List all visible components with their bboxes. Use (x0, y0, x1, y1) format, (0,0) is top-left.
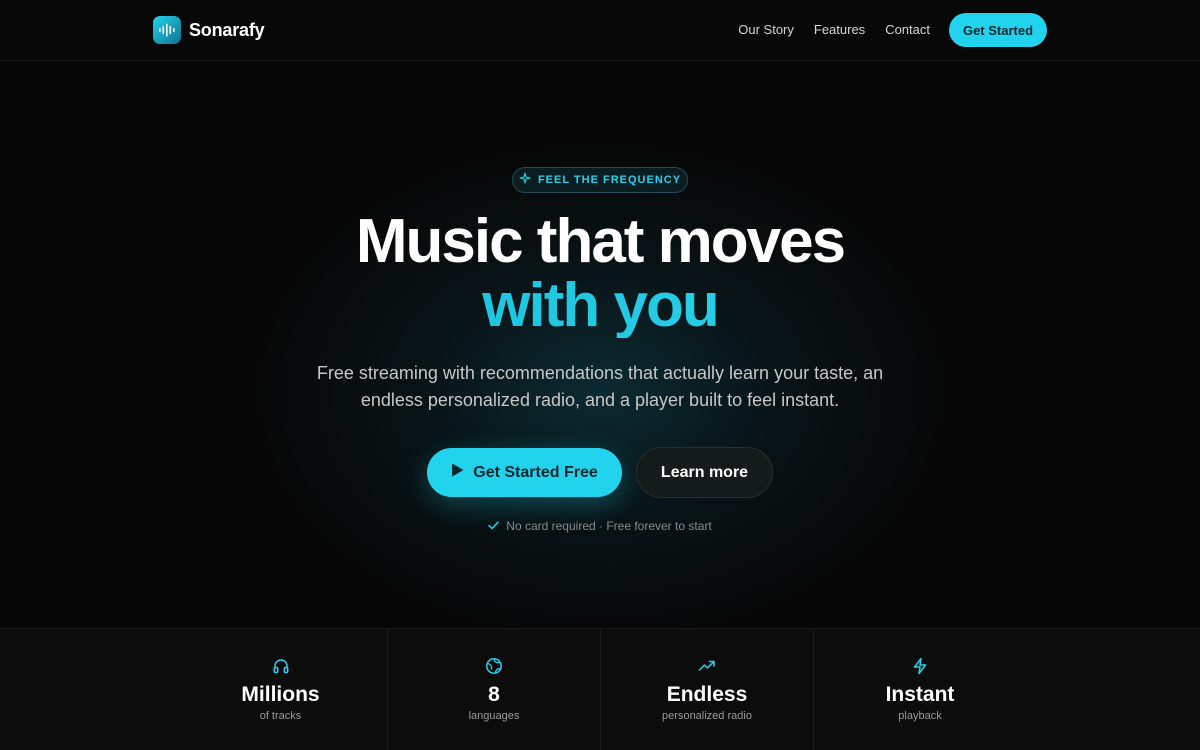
hero-badge: FEEL THE FREQUENCY (512, 167, 688, 193)
trending-up-icon (698, 657, 716, 675)
nav-link-features[interactable]: Features (814, 22, 865, 37)
hero-subtitle: Free streaming with recommendations that… (300, 360, 900, 414)
hero-headline: Music that moves with you (0, 210, 1200, 338)
play-icon (451, 463, 464, 482)
hero-note: No card required · Free forever to start (0, 519, 1200, 533)
globe-icon (485, 657, 503, 675)
headline-line-2: with you (0, 274, 1200, 338)
nav-get-started-button[interactable]: Get Started (949, 13, 1047, 47)
top-nav: Sonarafy Our Story Features Contact Get … (0, 0, 1200, 61)
sound-wave-icon (153, 16, 181, 44)
get-started-free-label: Get Started Free (473, 463, 598, 481)
get-started-free-button[interactable]: Get Started Free (427, 448, 622, 497)
stat-languages: 8 languages (387, 629, 600, 750)
stat-value: 8 (488, 683, 500, 706)
lightning-icon (911, 657, 929, 675)
nav-link-our-story[interactable]: Our Story (738, 22, 794, 37)
stat-value: Instant (885, 683, 955, 706)
headline-line-1: Music that moves (355, 207, 846, 276)
check-icon (488, 519, 500, 533)
learn-more-button[interactable]: Learn more (636, 447, 773, 498)
stats-bar: Millions of tracks 8 languages Endless p… (0, 628, 1200, 750)
stat-value: Millions (241, 683, 320, 706)
brand-logo[interactable]: Sonarafy (153, 16, 265, 44)
brand-name: Sonarafy (189, 19, 265, 40)
stat-playback: Instant playback (813, 629, 1026, 750)
hero-glow (0, 61, 1200, 628)
subtitle-line-1: Free streaming with recommendations that… (316, 363, 884, 383)
stat-label: of tracks (259, 710, 302, 722)
headphones-icon (272, 657, 290, 675)
stat-value: Endless (666, 683, 748, 706)
stat-radio: Endless personalized radio (600, 629, 813, 750)
sparkle-icon (519, 171, 531, 189)
stat-tracks: Millions of tracks (174, 629, 387, 750)
subtitle-line-2: endless personalized radio, and a player… (360, 390, 840, 410)
stat-label: languages (468, 710, 520, 722)
stat-label: personalized radio (662, 710, 752, 722)
hero-badge-text: FEEL THE FREQUENCY (537, 174, 682, 186)
nav-link-contact[interactable]: Contact (885, 22, 930, 37)
stat-label: playback (898, 710, 942, 722)
hero-note-text: No card required · Free forever to start (506, 519, 712, 533)
nav-links: Our Story Features Contact (738, 22, 930, 37)
